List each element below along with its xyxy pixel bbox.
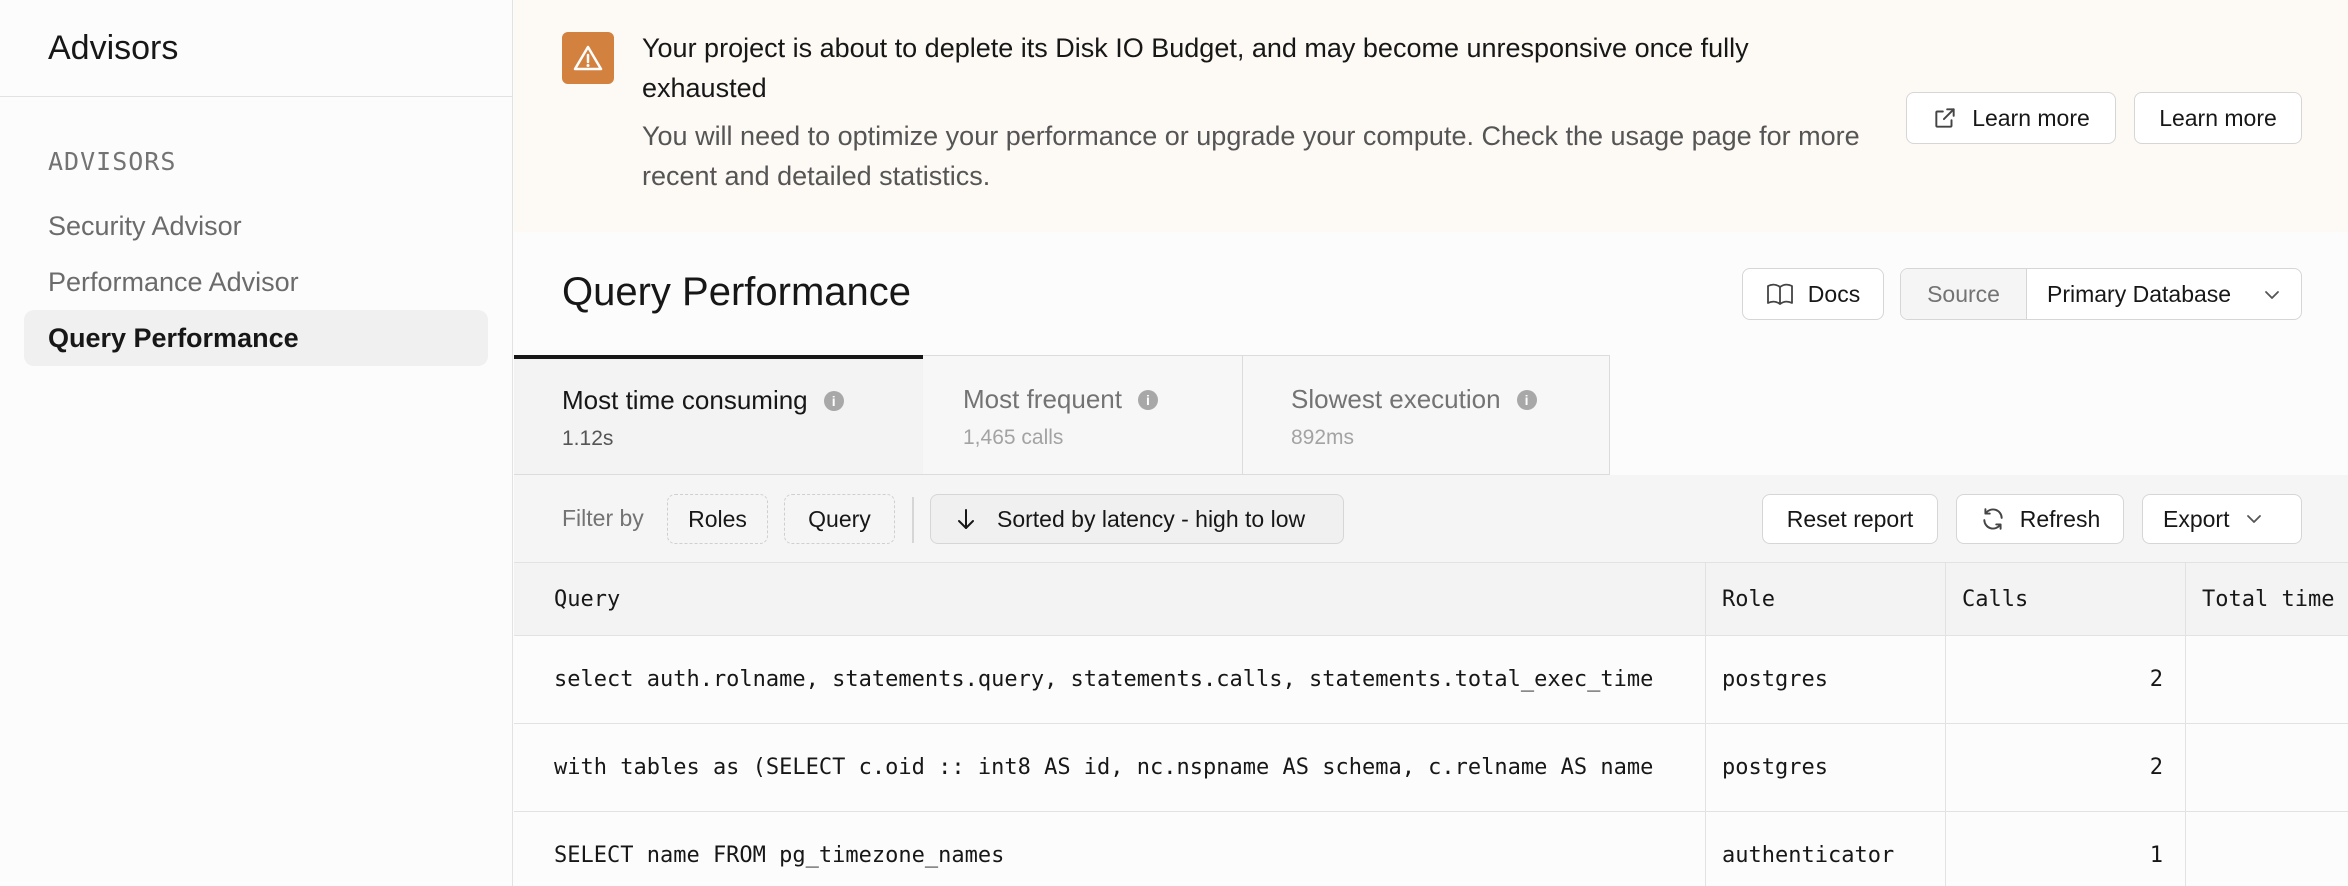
learn-more-button[interactable]: Learn more <box>2134 92 2302 144</box>
export-dropdown-button[interactable]: Export <box>2142 494 2302 544</box>
refresh-button[interactable]: Refresh <box>1956 494 2124 544</box>
query-cell: SELECT name FROM pg_timezone_names <box>514 812 1706 886</box>
filter-roles-chip[interactable]: Roles <box>667 494 768 544</box>
sort-button[interactable]: Sorted by latency - high to low <box>930 494 1344 544</box>
tab-label: Most frequent <box>963 384 1122 414</box>
total-time-cell <box>2186 812 2348 886</box>
docs-label: Docs <box>1807 280 1861 307</box>
tab-value: 1,465 calls <box>963 426 1064 449</box>
disk-io-warning-banner: Your project is about to deplete its Dis… <box>514 0 2348 232</box>
book-icon <box>1766 282 1808 306</box>
total-time-cell <box>2186 636 2348 723</box>
total-time-cell <box>2186 724 2348 811</box>
arrow-down-icon <box>955 507 997 531</box>
sidebar-item-query-performance[interactable]: Query Performance <box>24 310 488 366</box>
sidebar: Advisors ADVISORS Security Advisor Perfo… <box>0 0 513 886</box>
learn-more-label: Learn more <box>2159 104 2277 131</box>
filter-label: Filter by <box>562 505 644 531</box>
tab-label: Most time consuming <box>562 385 808 415</box>
refresh-label: Refresh <box>2019 505 2101 532</box>
learn-more-external-button[interactable]: Learn more <box>1906 92 2116 144</box>
tab-label: Slowest execution <box>1291 384 1501 414</box>
tab-value: 892ms <box>1291 426 1355 449</box>
sidebar-header: Advisors <box>0 0 512 97</box>
query-cell: with tables as (SELECT c.oid :: int8 AS … <box>514 724 1706 811</box>
sidebar-item-performance-advisor[interactable]: Performance Advisor <box>24 254 488 310</box>
toolbar-divider <box>912 497 914 543</box>
query-cell: select auth.rolname, statements.query, s… <box>514 636 1706 723</box>
column-header-total-time[interactable]: Total time <box>2186 563 2348 635</box>
info-icon[interactable] <box>823 390 844 411</box>
filter-query-chip[interactable]: Query <box>784 494 895 544</box>
role-cell: postgres <box>1706 724 1946 811</box>
table-row[interactable]: SELECT name FROM pg_timezone_names authe… <box>514 812 2348 886</box>
reset-report-button[interactable]: Reset report <box>1762 494 1938 544</box>
info-icon[interactable] <box>1516 389 1537 410</box>
calls-cell: 2 <box>1946 724 2186 811</box>
column-header-calls[interactable]: Calls <box>1946 563 2186 635</box>
info-icon[interactable] <box>1137 389 1158 410</box>
calls-cell: 2 <box>1946 636 2186 723</box>
source-database-dropdown[interactable]: Primary Database <box>2027 269 2301 319</box>
banner-title: Your project is about to deplete its Dis… <box>642 33 1749 103</box>
reset-report-label: Reset report <box>1786 505 1914 532</box>
main-content: Your project is about to deplete its Dis… <box>514 0 2348 886</box>
role-cell: authenticator <box>1706 812 1946 886</box>
sidebar-title: Advisors <box>48 28 179 67</box>
docs-button[interactable]: Docs <box>1742 268 1884 320</box>
query-performance-table: Query Role Calls Total time select auth.… <box>514 563 2348 886</box>
filter-toolbar: Filter by Roles Query Sorted by latency … <box>514 475 2348 563</box>
sort-label: Sorted by latency - high to low <box>997 505 1306 532</box>
tab-value: 1.12s <box>562 427 614 450</box>
page-title: Query Performance <box>562 270 912 314</box>
column-header-role[interactable]: Role <box>1706 563 1946 635</box>
table-header-row: Query Role Calls Total time <box>514 563 2348 636</box>
chevron-down-icon <box>2245 510 2277 528</box>
column-header-query[interactable]: Query <box>514 563 1706 635</box>
export-label: Export <box>2163 505 2230 532</box>
tab-most-frequent[interactable]: Most frequent 1,465 calls <box>923 355 1243 475</box>
source-database-value: Primary Database <box>2047 280 2232 307</box>
sidebar-item-security-advisor[interactable]: Security Advisor <box>24 198 488 254</box>
learn-more-label: Learn more <box>1972 104 2090 131</box>
sidebar-section-label: ADVISORS <box>48 147 177 176</box>
sidebar-section: ADVISORS Security Advisor Performance Ad… <box>0 97 512 366</box>
source-label: Source <box>1901 269 2027 319</box>
banner-description: You will need to optimize your performan… <box>642 121 1860 191</box>
source-selector: Source Primary Database <box>1900 268 2302 320</box>
warning-triangle-icon <box>562 32 614 84</box>
calls-cell: 1 <box>1946 812 2186 886</box>
external-link-icon <box>1932 105 1972 131</box>
table-row[interactable]: with tables as (SELECT c.oid :: int8 AS … <box>514 724 2348 812</box>
tab-slowest-execution[interactable]: Slowest execution 892ms <box>1242 355 1610 475</box>
tab-most-time-consuming[interactable]: Most time consuming 1.12s <box>514 355 924 475</box>
role-cell: postgres <box>1706 636 1946 723</box>
refresh-icon <box>1980 506 2020 532</box>
table-row[interactable]: select auth.rolname, statements.query, s… <box>514 636 2348 724</box>
